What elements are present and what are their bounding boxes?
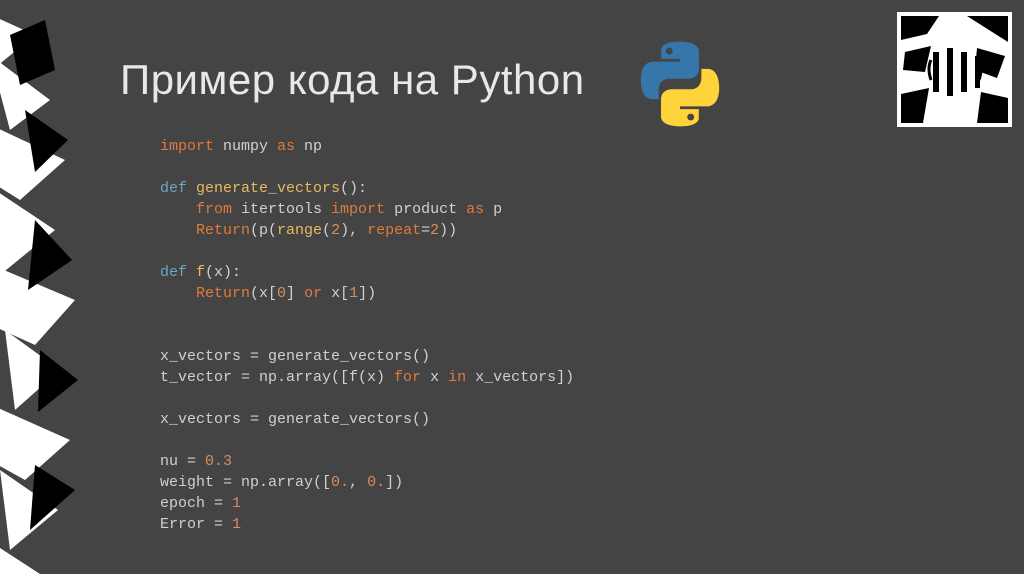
code-line: Error = 1 bbox=[160, 514, 574, 535]
code-line: Return(p(range(2), repeat=2)) bbox=[160, 220, 574, 241]
corner-abstract-icon bbox=[897, 12, 1012, 127]
code-line: epoch = 1 bbox=[160, 493, 574, 514]
code-line: Return(x[0] or x[1]) bbox=[160, 283, 574, 304]
code-line: def generate_vectors(): bbox=[160, 178, 574, 199]
code-line: x_vectors = generate_vectors() bbox=[160, 409, 574, 430]
code-line: x_vectors = generate_vectors() bbox=[160, 346, 574, 367]
left-geometric-decoration bbox=[0, 0, 100, 574]
blank-line bbox=[160, 430, 574, 451]
code-line: weight = np.array([0., 0.]) bbox=[160, 472, 574, 493]
code-line: def f(x): bbox=[160, 262, 574, 283]
blank-line bbox=[160, 241, 574, 262]
slide-title: Пример кода на Python bbox=[120, 56, 585, 104]
code-line: nu = 0.3 bbox=[160, 451, 574, 472]
python-logo-icon bbox=[636, 40, 724, 128]
blank-line bbox=[160, 157, 574, 178]
blank-line bbox=[160, 325, 574, 346]
blank-line bbox=[160, 304, 574, 325]
code-line: t_vector = np.array([f(x) for x in x_vec… bbox=[160, 367, 574, 388]
code-line: import numpy as np bbox=[160, 136, 574, 157]
blank-line bbox=[160, 388, 574, 409]
code-line: from itertools import product as p bbox=[160, 199, 574, 220]
code-example: import numpy as np def generate_vectors(… bbox=[160, 136, 574, 535]
